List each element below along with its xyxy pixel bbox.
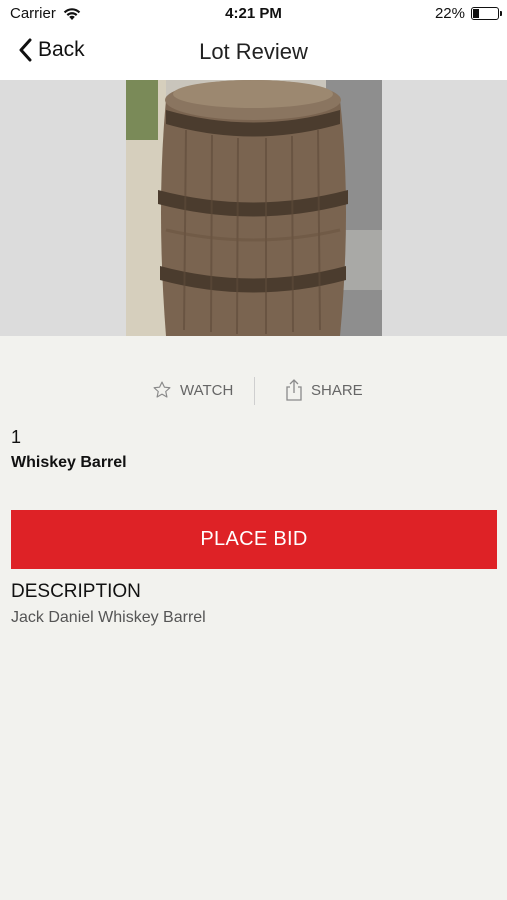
whiskey-barrel-image xyxy=(126,80,382,336)
battery-icon xyxy=(471,7,502,20)
actions-divider xyxy=(254,377,255,405)
battery-percent: 22% xyxy=(434,5,465,22)
lot-actions: WATCH SHARE xyxy=(0,372,507,408)
status-bar: Carrier 4:21 PM 22% xyxy=(0,0,507,28)
share-label: SHARE xyxy=(311,381,363,399)
battery-fill xyxy=(473,9,479,18)
lot-title: Whiskey Barrel xyxy=(11,454,127,471)
description-text: Jack Daniel Whiskey Barrel xyxy=(11,609,206,626)
description-heading: DESCRIPTION xyxy=(11,581,141,602)
star-icon xyxy=(153,381,171,398)
lot-photo-area xyxy=(0,80,507,336)
lot-number: 1 xyxy=(11,427,22,447)
navigation-bar: Back Lot Review xyxy=(0,28,507,80)
lot-photo[interactable] xyxy=(126,80,382,336)
place-bid-button[interactable]: PLACE BID xyxy=(11,510,497,569)
status-time: 4:21 PM xyxy=(225,5,282,22)
share-icon xyxy=(286,379,302,401)
watch-label: WATCH xyxy=(180,381,234,399)
page-title: Lot Review xyxy=(199,39,308,64)
share-button[interactable]: SHARE xyxy=(285,372,363,408)
watch-button[interactable]: WATCH xyxy=(152,372,233,408)
battery-indicator: 22% xyxy=(434,5,502,22)
